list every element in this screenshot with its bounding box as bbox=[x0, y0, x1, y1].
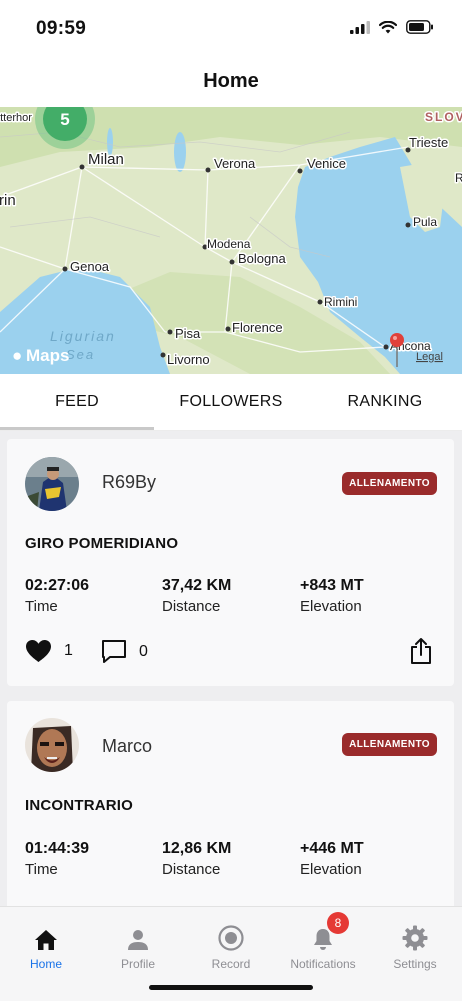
gear-icon bbox=[402, 925, 428, 951]
notification-badge: 8 bbox=[327, 912, 349, 934]
share-button[interactable] bbox=[410, 637, 432, 670]
activity-title[interactable]: GIRO POMERIDIANO bbox=[25, 535, 178, 552]
map-label-genoa: Genoa bbox=[70, 259, 110, 274]
nav-home[interactable]: Home bbox=[0, 907, 92, 971]
heart-icon bbox=[26, 640, 51, 662]
home-indicator bbox=[149, 985, 313, 990]
map-label-venice: Venice bbox=[307, 156, 346, 171]
tab-bar: FEED FOLLOWERS RANKING bbox=[0, 374, 462, 430]
tab-feed[interactable]: FEED bbox=[0, 374, 154, 430]
feed-list[interactable]: R69By ALLENAMENTO GIRO POMERIDIANO 02:27… bbox=[0, 431, 462, 906]
stat-distance-label: Distance bbox=[162, 598, 221, 615]
stat-elevation-value: +843 MT bbox=[300, 577, 364, 594]
nav-record-label: Record bbox=[211, 957, 251, 971]
map-label-rimini: Rimini bbox=[324, 295, 357, 309]
stat-time: 01:44:39 Time bbox=[25, 840, 89, 878]
stat-elevation: +843 MT Elevation bbox=[300, 577, 364, 615]
stat-elevation-label: Elevation bbox=[300, 598, 362, 615]
nav-home-label: Home bbox=[29, 957, 62, 971]
cellular-signal-icon bbox=[350, 20, 370, 34]
comment-icon bbox=[102, 640, 126, 663]
map-label-florence: Florence bbox=[232, 320, 283, 335]
page-title: Home bbox=[203, 70, 259, 92]
feed-card[interactable]: Marco ALLENAMENTO INCONTRARIO 01:44:39 T… bbox=[7, 701, 454, 906]
stat-time-value: 01:44:39 bbox=[25, 840, 90, 857]
like-count: 1 bbox=[64, 642, 73, 659]
nav-settings-label: Settings bbox=[393, 957, 437, 971]
activity-title[interactable]: INCONTRARIO bbox=[25, 797, 133, 814]
stat-distance: 12,86 KM Distance bbox=[162, 840, 231, 878]
map-label-livorno: Livorno bbox=[167, 352, 210, 367]
map-label-verona: Verona bbox=[214, 156, 256, 171]
map-label-sea: Sea bbox=[66, 347, 95, 362]
tab-ranking[interactable]: RANKING bbox=[308, 374, 462, 430]
record-icon bbox=[218, 925, 244, 951]
map-label-bologna: Bologna bbox=[238, 251, 286, 266]
map-label-trieste: Trieste bbox=[409, 135, 448, 150]
nav-settings[interactable]: Settings bbox=[369, 907, 461, 971]
nav-profile-label: Profile bbox=[120, 957, 155, 971]
stat-time-label: Time bbox=[25, 861, 58, 878]
home-icon bbox=[35, 930, 57, 950]
stat-distance-value: 37,42 KM bbox=[162, 577, 232, 594]
legal-link[interactable]: Legal bbox=[416, 351, 443, 363]
maps-provider-label: Maps bbox=[26, 346, 69, 365]
tab-followers[interactable]: FOLLOWERS bbox=[154, 374, 308, 430]
map-label-milan: Milan bbox=[88, 151, 124, 168]
activity-type-badge: ALLENAMENTO bbox=[342, 472, 437, 495]
map-label-modena: Modena bbox=[207, 237, 251, 251]
cluster-count: 5 bbox=[60, 110, 69, 129]
status-icons bbox=[350, 20, 434, 34]
map-label-slovenia: SLOV bbox=[425, 110, 462, 124]
stat-elevation-value: +446 MT bbox=[300, 840, 364, 857]
nav-notifications-label: Notifications bbox=[290, 957, 356, 971]
map-label-matterhorn: atterhor bbox=[0, 112, 32, 124]
nav-notifications[interactable]: 8 Notifications bbox=[277, 907, 369, 971]
avatar[interactable] bbox=[25, 457, 79, 511]
apple-logo-icon: ● bbox=[12, 346, 22, 365]
avatar[interactable] bbox=[25, 718, 79, 772]
feed-card[interactable]: R69By ALLENAMENTO GIRO POMERIDIANO 02:27… bbox=[7, 439, 454, 686]
stat-distance-value: 12,86 KM bbox=[162, 840, 232, 857]
username[interactable]: Marco bbox=[102, 736, 152, 757]
username[interactable]: R69By bbox=[102, 472, 156, 493]
map-label-ligurian: Ligurian bbox=[50, 328, 116, 344]
share-icon bbox=[411, 638, 431, 664]
card-actions: 1 0 bbox=[25, 637, 436, 670]
stat-distance: 37,42 KM Distance bbox=[162, 577, 231, 615]
map-view[interactable]: 5 atterhor SLOV Milan Verona Venice Trie… bbox=[0, 107, 462, 374]
map-label-pisa: Pisa bbox=[175, 326, 201, 341]
stat-distance-label: Distance bbox=[162, 861, 221, 878]
map-label-pula: Pula bbox=[413, 215, 437, 229]
stat-time: 02:27:06 Time bbox=[25, 577, 89, 615]
like-button[interactable]: 1 bbox=[25, 639, 73, 663]
stat-time-value: 02:27:06 bbox=[25, 577, 90, 594]
map-label-turin: rin bbox=[0, 192, 16, 209]
nav-profile[interactable]: Profile bbox=[92, 907, 184, 971]
stat-time-label: Time bbox=[25, 598, 58, 615]
status-time: 09:59 bbox=[36, 18, 87, 39]
wifi-icon bbox=[379, 20, 397, 33]
stat-elevation: +446 MT Elevation bbox=[300, 840, 364, 878]
comment-count: 0 bbox=[139, 642, 148, 660]
map-label-r: R bbox=[455, 171, 462, 185]
activity-type-badge: ALLENAMENTO bbox=[342, 733, 437, 756]
comment-button[interactable]: 0 bbox=[101, 639, 148, 664]
person-icon bbox=[128, 930, 148, 950]
status-bar: 09:59 bbox=[0, 0, 462, 58]
battery-icon bbox=[406, 20, 433, 34]
nav-record[interactable]: Record bbox=[185, 907, 277, 971]
stat-elevation-label: Elevation bbox=[300, 861, 362, 878]
